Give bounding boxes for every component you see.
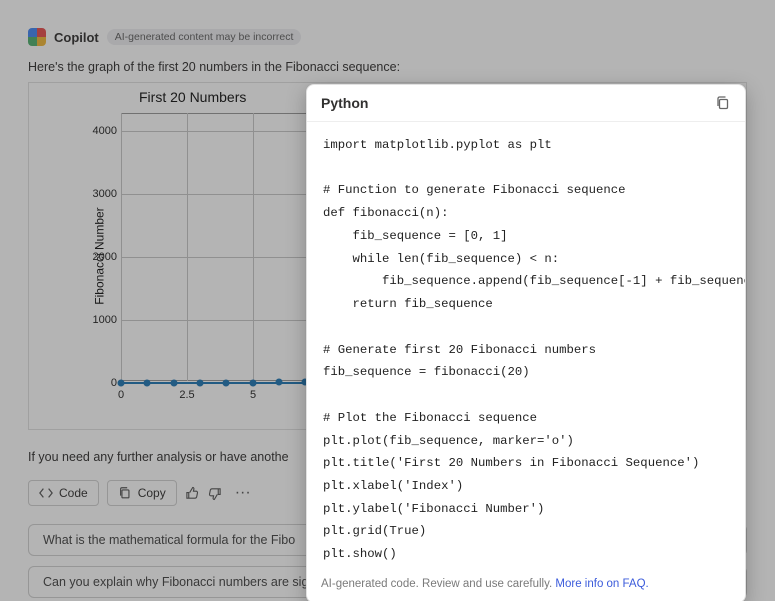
chart-line <box>121 382 321 384</box>
code-icon <box>39 486 53 500</box>
popover-language-label: Python <box>321 95 368 111</box>
copy-button-label: Copy <box>138 486 166 500</box>
data-point <box>118 380 125 387</box>
app-name: Copilot <box>54 30 99 45</box>
data-point <box>197 380 204 387</box>
xtick-2p5: 2.5 <box>179 389 194 401</box>
popover-header: Python <box>307 85 745 122</box>
copilot-logo-icon <box>28 28 46 46</box>
header: Copilot AI-generated content may be inco… <box>28 28 747 46</box>
popover-footer-text: AI-generated code. Review and use carefu… <box>321 578 555 590</box>
code-button[interactable]: Code <box>28 480 99 506</box>
code-content[interactable]: import matplotlib.pyplot as plt # Functi… <box>307 122 745 572</box>
popover-copy-button[interactable] <box>715 95 731 111</box>
data-point <box>276 379 283 386</box>
chart-title: First 20 Numbers <box>139 89 246 105</box>
data-point <box>250 380 257 387</box>
faq-link[interactable]: More info on FAQ. <box>555 578 648 590</box>
ytick-4000: 4000 <box>85 125 117 137</box>
code-button-label: Code <box>59 486 88 500</box>
ytick-1000: 1000 <box>85 314 117 326</box>
ytick-2000: 2000 <box>85 251 117 263</box>
copy-button[interactable]: Copy <box>107 480 177 506</box>
code-popover: Python import matplotlib.pyplot as plt #… <box>306 84 746 601</box>
data-point <box>223 380 230 387</box>
disclaimer-badge: AI-generated content may be incorrect <box>107 29 302 45</box>
data-point <box>144 380 151 387</box>
data-point <box>171 380 178 387</box>
intro-text: Here's the graph of the first 20 numbers… <box>28 60 747 74</box>
ytick-0: 0 <box>85 377 117 389</box>
ytick-3000: 3000 <box>85 188 117 200</box>
thumbs-up-icon[interactable] <box>185 486 199 500</box>
more-actions-button[interactable]: ··· <box>229 484 257 502</box>
xtick-5: 5 <box>250 389 256 401</box>
xtick-0: 0 <box>118 389 124 401</box>
thumbs-down-icon[interactable] <box>207 486 221 500</box>
copy-icon <box>118 486 132 500</box>
popover-footer: AI-generated code. Review and use carefu… <box>307 572 745 601</box>
